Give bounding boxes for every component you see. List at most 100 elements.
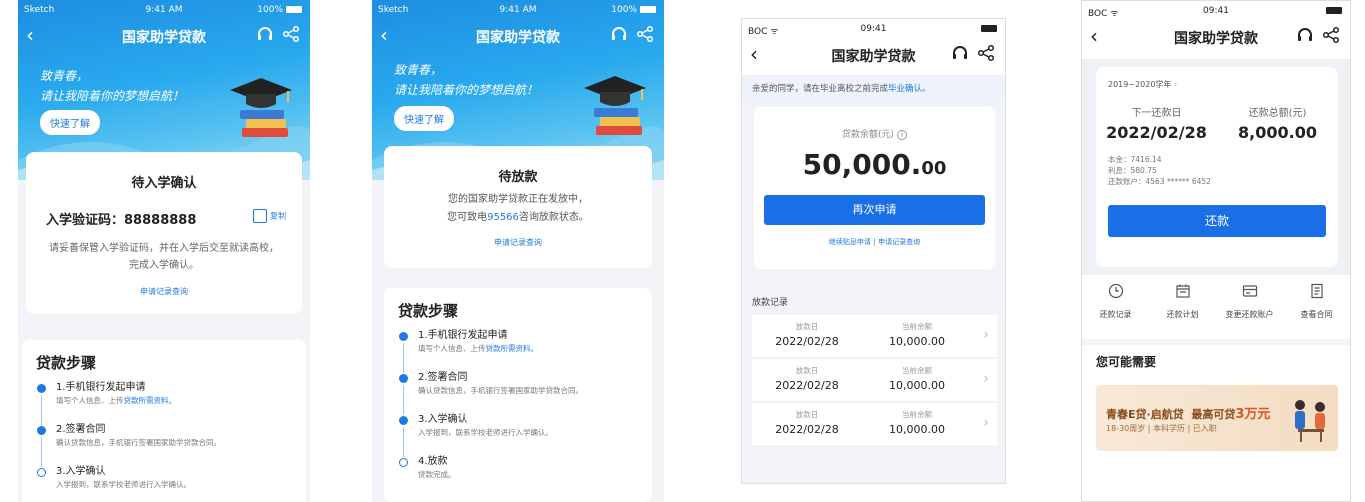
step-title: 3.入学确认 xyxy=(418,414,468,425)
battery-indicator: 100% xyxy=(257,5,302,15)
step-desc: 确认贷款信息，手机银行签署国家助学贷款合同。 xyxy=(56,438,221,447)
hotline-link[interactable]: 95566 xyxy=(487,212,519,223)
share-icon[interactable] xyxy=(1322,26,1340,44)
application-record-link[interactable]: 申请记录查询 xyxy=(878,238,920,246)
status-card: 待放款 您的国家助学贷款正在发放中， 您可致电95566咨询放款状态。 申请记录… xyxy=(384,146,652,268)
info-icon[interactable]: i xyxy=(896,130,907,140)
interest-subsidy-link[interactable]: 继续贴息申请 xyxy=(829,238,871,246)
record-date: 2022/02/28 xyxy=(775,423,839,436)
chevron-right-icon: › xyxy=(1173,80,1178,89)
repayment-card: 2019~2020学年 › 下一还款日 2022/02/28 还款总额(元) 8… xyxy=(1096,67,1338,267)
action-label: 还款记录 xyxy=(1099,310,1132,319)
record-date-label: 放款日 xyxy=(795,410,819,419)
next-due-value: 2022/02/28 xyxy=(1106,123,1207,142)
required-docs-link[interactable]: 贷款所需资料。 xyxy=(124,396,177,405)
headset-icon[interactable] xyxy=(610,25,628,43)
record-row[interactable]: 放款日 2022/02/28 当前余额 10,000.00 › xyxy=(752,359,997,401)
repayment-summary: 下一还款日 2022/02/28 还款总额(元) 8,000.00 xyxy=(1096,104,1338,142)
status-bar: BOC ᯤ 09:41 xyxy=(1082,1,1350,21)
headset-icon[interactable] xyxy=(1296,26,1314,44)
promo-subtitle: 18-30周岁 | 本科学历 | 已入职 xyxy=(1106,424,1217,433)
step-dot xyxy=(37,426,46,435)
share-icon[interactable] xyxy=(636,25,654,43)
status-time: 09:41 xyxy=(860,24,887,34)
school-year-selector[interactable]: 2019~2020学年 › xyxy=(1108,79,1338,90)
action-label: 查看合同 xyxy=(1300,310,1333,319)
repayment-section: 2019~2020学年 › 下一还款日 2022/02/28 还款总额(元) 8… xyxy=(1082,59,1350,275)
step-desc: 入学报到，联系学校老师进行入学确认。 xyxy=(418,428,553,437)
record-row[interactable]: 放款日 2022/02/28 当前余额 10,000.00 › xyxy=(752,315,997,357)
battery-icon xyxy=(981,25,997,32)
enrollment-code-row: 入学验证码：88888888 复制 xyxy=(46,209,302,228)
calendar-icon xyxy=(1175,284,1190,298)
record-balance-label: 当前余额 xyxy=(902,366,932,375)
next-due-label: 下一还款日 xyxy=(1131,108,1182,119)
step-item: 3.入学确认 入学报到，联系学校老师进行入学确认。 xyxy=(22,465,306,499)
code-label: 入学验证码： xyxy=(46,213,125,228)
record-balance: 10,000.00 xyxy=(889,335,945,348)
total-repay-value: 8,000.00 xyxy=(1238,123,1317,142)
quick-learn-button[interactable]: 快速了解 xyxy=(394,106,454,131)
copy-button[interactable]: 复制 xyxy=(253,209,286,223)
step-desc-text: 填写个人信息、上传 xyxy=(56,396,124,405)
quick-learn-button[interactable]: 快速了解 xyxy=(40,110,100,135)
record-date: 2022/02/28 xyxy=(775,379,839,392)
step-item: 4.放款 贷款完成。 xyxy=(384,455,652,489)
graduation-cap-books-icon xyxy=(584,76,646,135)
slogan-line-2: 请让我陪着你的梦想启航！ xyxy=(394,83,539,97)
chevron-right-icon: › xyxy=(983,371,989,387)
total-repay-block: 还款总额(元) 8,000.00 xyxy=(1217,104,1338,142)
reapply-button[interactable]: 再次申请 xyxy=(764,195,985,225)
nav-bar: ‹ 国家助学贷款 xyxy=(1082,23,1350,53)
slogan-line-1: 致青春， xyxy=(394,63,443,77)
action-view-contract[interactable]: 查看合同 xyxy=(1283,283,1350,320)
balance-label: 贷款余额(元) xyxy=(842,130,895,140)
promo-banner[interactable]: 青春E贷·启航贷 最高可贷3万元 18-30周岁 | 本科学历 | 已入职 xyxy=(1096,385,1338,451)
hero-slogan: 致青春， 请让我陪着你的梦想启航！ xyxy=(394,60,538,100)
screen-repayment: BOC ᯤ 09:41 ‹ 国家助学贷款 2019~2020学年 › 下一还款日… xyxy=(1081,0,1351,502)
notice-text: 亲爱的同学，请在毕业离校之前完成 xyxy=(752,84,889,94)
steps-title: 贷款步骤 xyxy=(36,354,97,372)
slogan-line-2: 请让我陪着你的梦想启航！ xyxy=(40,89,185,103)
headset-icon[interactable] xyxy=(951,44,969,62)
repay-button[interactable]: 还款 xyxy=(1108,205,1326,237)
desc-suffix: 咨询放款状态。 xyxy=(518,212,589,223)
document-icon xyxy=(1310,283,1323,299)
step-desc-text: 填写个人信息、上传 xyxy=(418,344,486,353)
step-item: 1.手机银行发起申请 填写个人信息、上传贷款所需资料。 xyxy=(384,329,652,373)
share-icon[interactable] xyxy=(977,44,995,62)
step-title: 2.签署合同 xyxy=(56,424,106,435)
loan-steps-panel: 贷款步骤 1.手机银行发起申请 填写个人信息、上传贷款所需资料。 2.签署合同 … xyxy=(384,288,652,502)
application-record-link[interactable]: 申请记录查询 xyxy=(26,286,302,297)
desc-prefix: 您可致电 xyxy=(447,212,488,223)
status-bar: Sketch 9:41 AM 100% xyxy=(18,0,310,20)
record-date-label: 放款日 xyxy=(795,366,819,375)
step-item: 2.签署合同 确认贷款信息，手机银行签署国家助学贷款合同。 xyxy=(22,423,306,467)
required-docs-link[interactable]: 贷款所需资料。 xyxy=(486,344,539,353)
graduation-notice: 亲爱的同学，请在毕业离校之前完成毕业确认。 xyxy=(742,75,1005,101)
status-bar: BOC ᯤ 09:41 xyxy=(742,19,1005,39)
action-repayment-plan[interactable]: 还款计划 xyxy=(1149,283,1216,320)
balance-integer: 50,000. xyxy=(802,148,922,181)
step-desc: 填写个人信息、上传贷款所需资料。 xyxy=(418,343,652,355)
record-date-label: 放款日 xyxy=(795,322,819,331)
records-list: 放款日 2022/02/28 当前余额 10,000.00 › 放款日 2022/02/28… xyxy=(752,315,997,447)
action-label: 变更还款账户 xyxy=(1225,310,1274,319)
step-dot xyxy=(37,468,46,477)
headset-icon[interactable] xyxy=(256,25,274,43)
nav-bar: ‹ 国家助学贷款 xyxy=(18,22,310,52)
battery-indicator xyxy=(1323,6,1342,16)
screen-pending-disbursement: Sketch 9:41 AM 100% ‹ 国家助学贷款 致青春， 请让我陪着你… xyxy=(372,0,664,502)
battery-label: 100% xyxy=(611,5,637,15)
card-description: 您的国家助学贷款正在发放中， 您可致电95566咨询放款状态。 xyxy=(384,191,652,227)
record-row[interactable]: 放款日 2022/02/28 当前余额 10,000.00 › xyxy=(752,403,997,445)
application-record-link[interactable]: 申请记录查询 xyxy=(384,237,652,248)
share-icon[interactable] xyxy=(282,25,300,43)
card-title: 待放款 xyxy=(498,170,538,185)
record-balance: 10,000.00 xyxy=(889,423,945,436)
code-value: 88888888 xyxy=(124,213,197,228)
action-change-account[interactable]: 变更还款账户 xyxy=(1216,283,1283,320)
action-repayment-records[interactable]: 还款记录 xyxy=(1082,283,1149,320)
graduation-confirm-link[interactable]: 毕业确认。 xyxy=(888,84,931,94)
action-bar: 还款记录 还款计划 变更还款账户 查看合同 xyxy=(1082,283,1350,320)
